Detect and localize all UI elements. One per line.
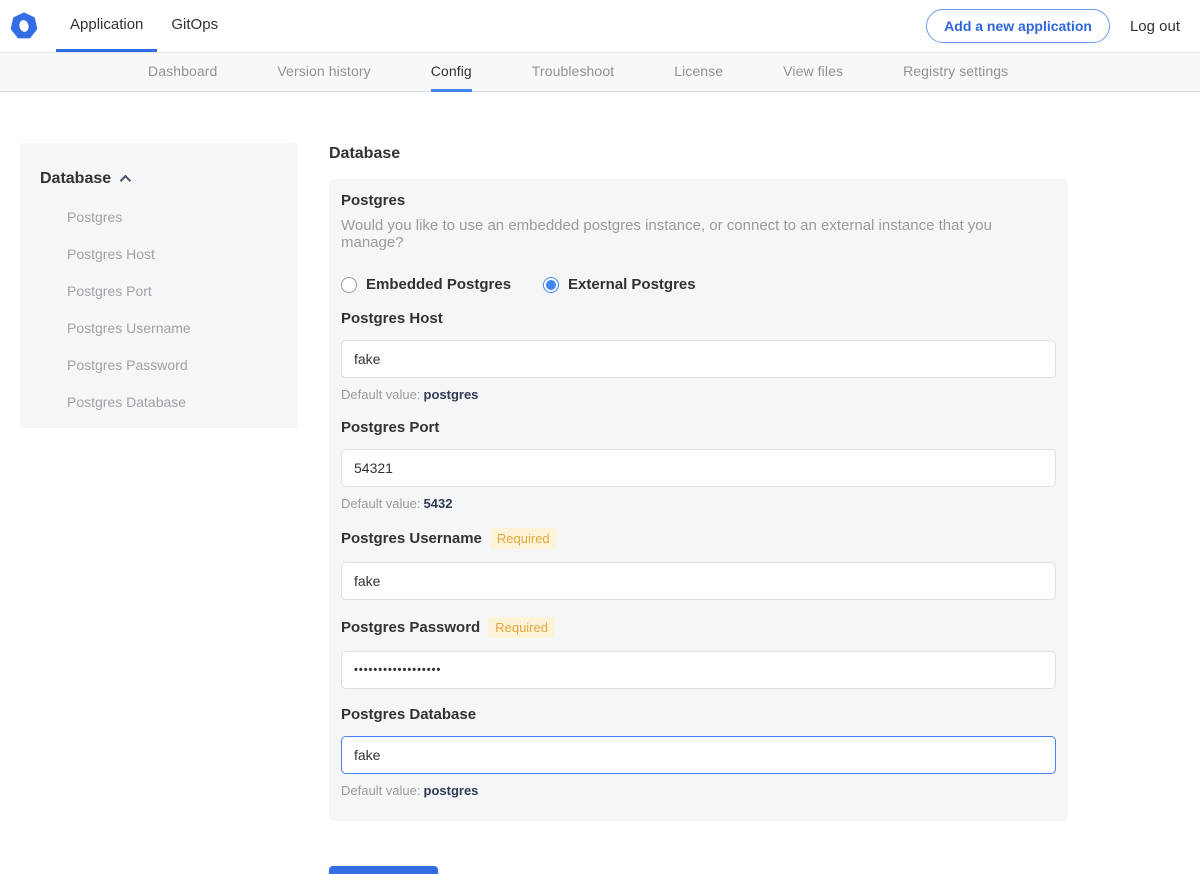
default-value-label: Default value: [341, 783, 421, 798]
radio-unchecked-icon [341, 277, 357, 293]
kots-logo-icon [10, 12, 38, 40]
subnav-item-config[interactable]: Config [431, 53, 472, 92]
logout-link[interactable]: Log out [1130, 18, 1180, 35]
postgres-port-default-helper: Default value:5432 [341, 496, 1056, 511]
chevron-up-icon [120, 175, 131, 186]
field-postgres-password: Postgres Password Required [341, 617, 1056, 689]
sidebar-item-postgres-password[interactable]: Postgres Password [40, 357, 278, 373]
top-nav: Application GitOps Add a new application… [0, 0, 1200, 52]
item-description: Would you like to use an embedded postgr… [341, 217, 1056, 251]
tab-application[interactable]: Application [56, 0, 157, 52]
subnav-label-version-history: Version history [277, 63, 370, 79]
top-nav-right: Add a new application Log out [926, 0, 1200, 52]
required-badge: Required [488, 617, 555, 638]
config-main-column: Database Postgres Would you like to use … [329, 145, 1068, 874]
app-subnav: Dashboard Version history Config Trouble… [0, 52, 1200, 92]
subnav-label-troubleshoot: Troubleshoot [532, 63, 614, 79]
default-value-text: postgres [424, 783, 479, 798]
radio-external-postgres-label: External Postgres [568, 276, 696, 293]
postgres-host-input[interactable] [341, 340, 1056, 378]
postgres-port-input[interactable] [341, 449, 1056, 487]
radio-embedded-postgres[interactable]: Embedded Postgres [341, 276, 511, 293]
item-heading-postgres: Postgres [341, 192, 1056, 209]
default-value-text: 5432 [424, 496, 453, 511]
subnav-item-view-files[interactable]: View files [783, 53, 843, 92]
subnav-item-registry-settings[interactable]: Registry settings [903, 53, 1008, 92]
subnav-label-license: License [674, 63, 723, 79]
app-logo [0, 0, 56, 52]
postgres-database-default-helper: Default value:postgres [341, 783, 1056, 798]
required-badge: Required [490, 528, 557, 549]
group-title: Database [329, 145, 1068, 163]
field-postgres-username: Postgres Username Required [341, 528, 1056, 600]
field-label-postgres-host: Postgres Host [341, 310, 443, 327]
radio-embedded-postgres-label: Embedded Postgres [366, 276, 511, 293]
subnav-label-registry-settings: Registry settings [903, 63, 1008, 79]
sidebar-item-postgres[interactable]: Postgres [40, 209, 278, 225]
field-postgres-database: Postgres Database Default value:postgres [341, 706, 1056, 798]
subnav-label-dashboard: Dashboard [148, 63, 217, 79]
tab-application-label: Application [70, 16, 143, 33]
tab-gitops-label: GitOps [171, 16, 218, 33]
postgres-radio-group: Embedded Postgres External Postgres [341, 276, 1056, 293]
config-sidebar: Database Postgres Postgres Host Postgres… [20, 143, 298, 428]
postgres-username-input[interactable] [341, 562, 1056, 600]
sidebar-item-postgres-host[interactable]: Postgres Host [40, 246, 278, 262]
postgres-database-input[interactable] [341, 736, 1056, 774]
add-new-application-button[interactable]: Add a new application [926, 9, 1110, 43]
subnav-label-view-files: View files [783, 63, 843, 79]
field-label-postgres-database: Postgres Database [341, 706, 476, 723]
default-value-label: Default value: [341, 496, 421, 511]
subnav-item-version-history[interactable]: Version history [277, 53, 370, 92]
save-config-button[interactable]: Save config [329, 866, 438, 874]
config-group-card: Postgres Would you like to use an embedd… [329, 179, 1068, 821]
sidebar-item-postgres-username[interactable]: Postgres Username [40, 320, 278, 336]
postgres-host-default-helper: Default value:postgres [341, 387, 1056, 402]
config-page-body: Database Postgres Postgres Host Postgres… [0, 92, 1200, 874]
postgres-password-input[interactable] [341, 651, 1056, 689]
tab-gitops[interactable]: GitOps [157, 0, 232, 52]
sidebar-group-database-label: Database [40, 170, 111, 188]
subnav-item-troubleshoot[interactable]: Troubleshoot [532, 53, 614, 92]
subnav-label-config: Config [431, 63, 472, 79]
radio-checked-icon [543, 277, 559, 293]
sidebar-group-database[interactable]: Database [40, 170, 278, 188]
field-postgres-port: Postgres Port Default value:5432 [341, 419, 1056, 511]
default-value-label: Default value: [341, 387, 421, 402]
field-postgres-host: Postgres Host Default value:postgres [341, 310, 1056, 402]
top-nav-tabs: Application GitOps [56, 0, 232, 52]
field-label-postgres-password: Postgres Password [341, 619, 480, 636]
field-label-postgres-username: Postgres Username [341, 530, 482, 547]
default-value-text: postgres [424, 387, 479, 402]
radio-external-postgres[interactable]: External Postgres [543, 276, 696, 293]
field-label-postgres-port: Postgres Port [341, 419, 439, 436]
sidebar-item-postgres-database[interactable]: Postgres Database [40, 394, 278, 410]
sidebar-item-postgres-port[interactable]: Postgres Port [40, 283, 278, 299]
subnav-item-license[interactable]: License [674, 53, 723, 92]
subnav-item-dashboard[interactable]: Dashboard [148, 53, 217, 92]
